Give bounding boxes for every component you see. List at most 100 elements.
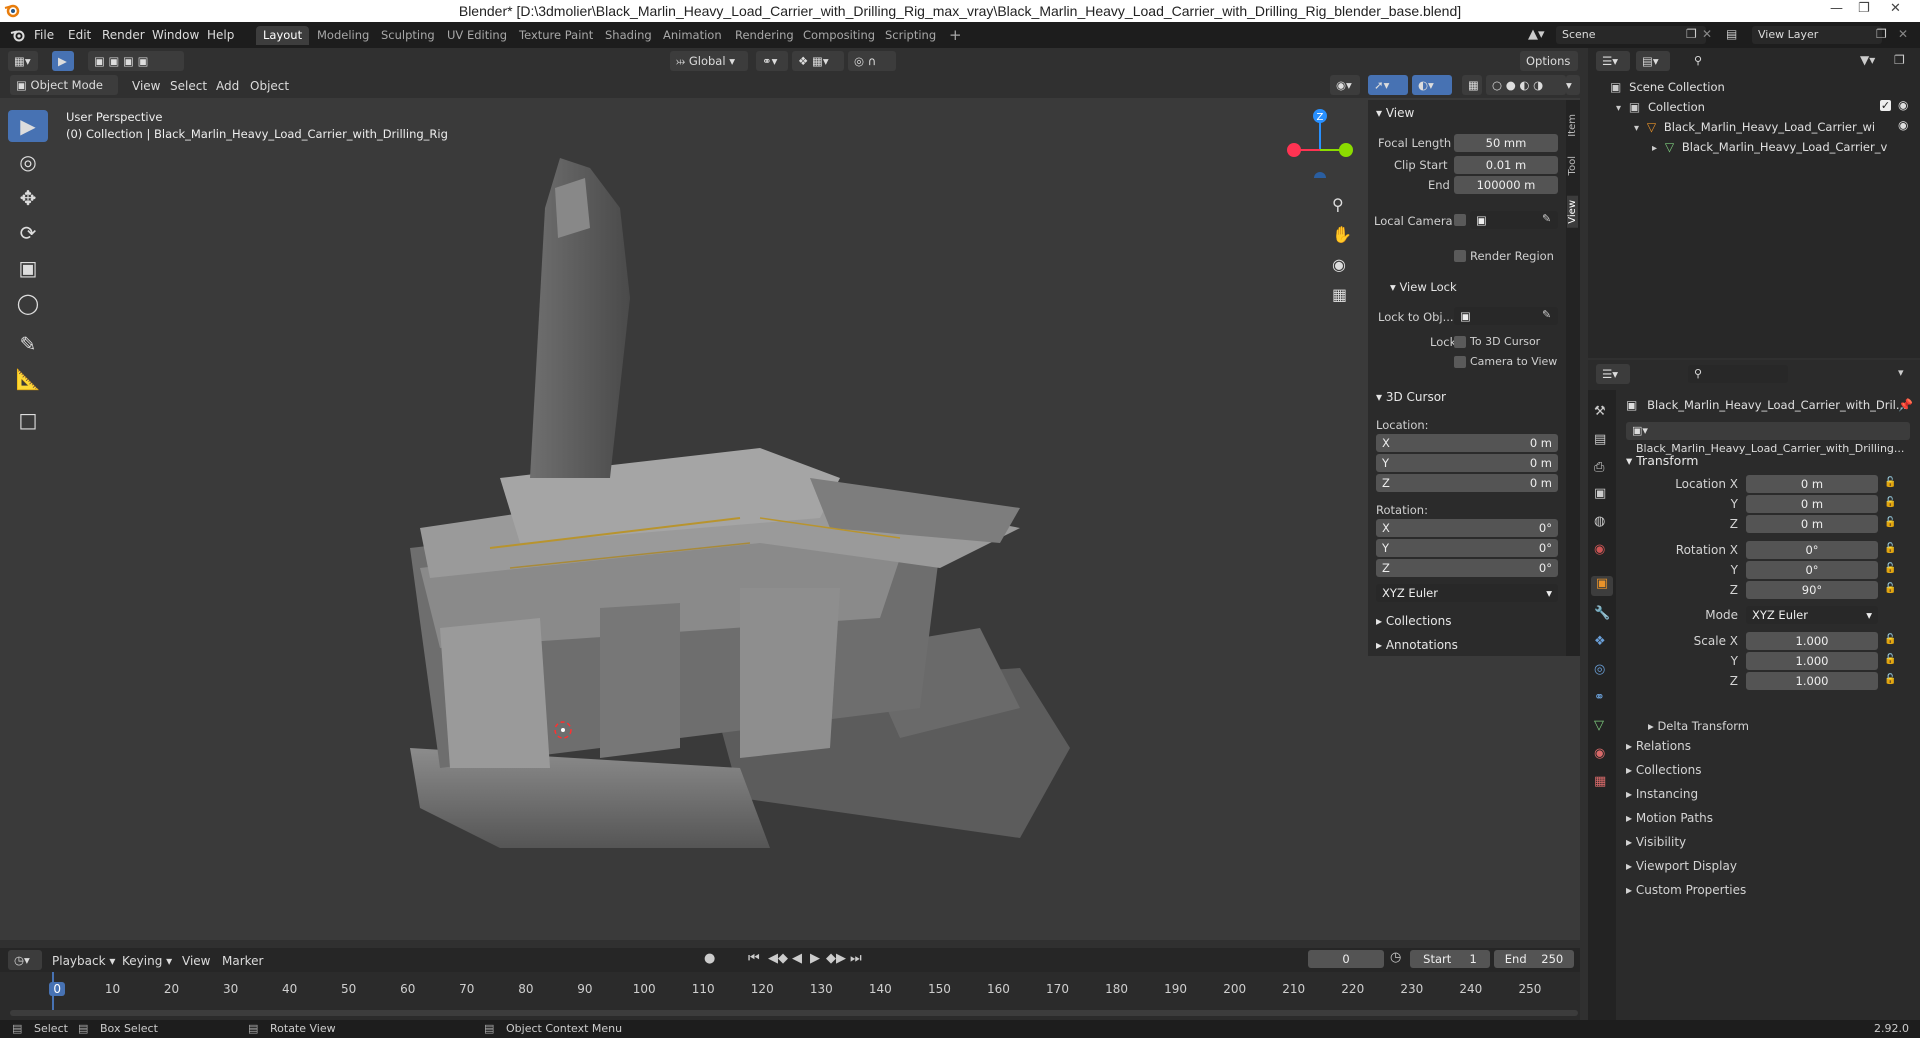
lock-location-x-icon[interactable]: 🔓	[1884, 477, 1896, 488]
lock-scale-z-icon[interactable]: 🔓	[1884, 674, 1896, 685]
location-y-field[interactable]: 0 m	[1746, 495, 1878, 513]
particles-properties-icon[interactable]: ❖	[1594, 634, 1606, 649]
rotate-tool-icon[interactable]: ⟳	[8, 217, 48, 249]
properties-editor-type-icon[interactable]: ☰▾	[1596, 364, 1630, 384]
lock-rotation-x-icon[interactable]: 🔓	[1884, 543, 1896, 554]
view-layer-selector[interactable]: View Layer	[1752, 26, 1882, 44]
display-mode-icon[interactable]: ▤▾	[1636, 51, 1670, 71]
delete-scene-icon[interactable]: ✕	[1702, 27, 1712, 41]
viewport-menu-object[interactable]: Object	[250, 79, 289, 93]
perspective-grid-icon[interactable]: ▦	[1332, 285, 1347, 304]
local-camera-checkbox[interactable]	[1454, 214, 1466, 226]
instancing-section[interactable]: ▸ Instancing	[1626, 787, 1698, 801]
viewport-menu-view[interactable]: View	[132, 79, 160, 93]
timeline-menu-playback[interactable]: Playback ▾	[52, 954, 115, 968]
cursor-tool-icon[interactable]: ◎	[8, 146, 48, 178]
output-properties-icon[interactable]: ⎙	[1594, 460, 1604, 475]
tab-scripting[interactable]: Scripting	[878, 26, 943, 45]
sidebar-tab-item[interactable]: Item	[1567, 114, 1578, 137]
outliner-row-mesh[interactable]: ▸ ▽ Black_Marlin_Heavy_Load_Carrier_v	[1652, 140, 1892, 154]
eyedropper-icon[interactable]: ✎	[1542, 212, 1551, 225]
tab-modeling[interactable]: Modeling	[310, 26, 376, 45]
restore-icon[interactable]: ❐	[1858, 1, 1870, 16]
exclude-checkbox-icon[interactable]: ✓	[1880, 100, 1891, 111]
physics-properties-icon[interactable]: ◎	[1594, 662, 1605, 677]
play-icon[interactable]: ▶	[810, 951, 820, 966]
next-keyframe-icon[interactable]: ◆▶	[826, 951, 846, 966]
preview-range-clock-icon[interactable]: ◷	[1390, 950, 1401, 965]
3d-viewport[interactable]: User Perspective (0) Collection | Black_…	[0, 98, 1580, 940]
visibility-section[interactable]: ▸ Visibility	[1626, 835, 1686, 849]
current-frame-field[interactable]: 0	[1308, 950, 1384, 968]
sidebar-tab-view[interactable]: View	[1567, 196, 1578, 228]
transform-section-header[interactable]: ▾ Transform	[1626, 453, 1698, 468]
gizmo-toggle-icon[interactable]: ➚▾	[1368, 75, 1408, 95]
options-button[interactable]: Options ▾	[1520, 51, 1578, 88]
outliner-editor-type-icon[interactable]: ☰▾	[1596, 51, 1630, 71]
transform-orientation[interactable]: ⤔ Global ▾	[670, 51, 748, 71]
object-properties-icon[interactable]: ▣	[1591, 576, 1613, 596]
render-region-checkbox[interactable]	[1454, 250, 1466, 262]
view-layer-properties-icon[interactable]: ▣	[1594, 486, 1606, 501]
annotate-tool-icon[interactable]: ✎	[8, 328, 48, 360]
rotation-z-field[interactable]: 90°	[1746, 581, 1878, 599]
render-properties-icon[interactable]: ▤	[1594, 432, 1606, 447]
move-tool-icon[interactable]: ✥	[8, 182, 48, 214]
modifier-properties-icon[interactable]: 🔧	[1594, 606, 1610, 621]
blender-menu-icon[interactable]	[10, 27, 26, 43]
play-reverse-icon[interactable]: ◀	[792, 951, 802, 966]
outliner-row-scene-collection[interactable]: ▣ Scene Collection	[1610, 80, 1725, 94]
tool-properties-icon[interactable]: ⚒	[1594, 404, 1606, 419]
scale-tool-icon[interactable]: ▣	[8, 252, 48, 284]
frame-end-field[interactable]: End 250	[1494, 950, 1574, 968]
lock-location-z-icon[interactable]: 🔓	[1884, 517, 1896, 528]
filter-icon[interactable]: ▼▾	[1860, 53, 1875, 67]
rotation-x-field[interactable]: 0°	[1746, 541, 1878, 559]
sidebar-tab-tool[interactable]: Tool	[1567, 156, 1578, 175]
cursor-rotation-y[interactable]: Y 0°	[1376, 539, 1558, 557]
custom-properties-section[interactable]: ▸ Custom Properties	[1626, 883, 1746, 897]
pivot-point-icon[interactable]: ⚭▾	[756, 51, 788, 71]
properties-search-input[interactable]: ⚲	[1688, 365, 1788, 383]
menu-edit[interactable]: Edit	[68, 28, 91, 42]
tab-uv-editing[interactable]: UV Editing	[440, 26, 514, 45]
jump-end-icon[interactable]: ⏭	[850, 951, 862, 966]
visibility-icon[interactable]: ◉▾	[1330, 75, 1360, 95]
new-collection-icon[interactable]: ❐	[1894, 53, 1905, 67]
overlay-toggle-icon[interactable]: ◐▾	[1412, 75, 1452, 95]
xray-icon[interactable]: ▦	[1462, 75, 1482, 95]
jump-start-icon[interactable]: ⏮	[748, 951, 760, 966]
view-layer-icon[interactable]: ▤	[1726, 27, 1737, 41]
mode-selector[interactable]: ▣ Object Mode ▾	[10, 75, 118, 112]
menu-render[interactable]: Render	[102, 28, 145, 42]
collections-section[interactable]: ▸ Collections	[1626, 763, 1701, 777]
pan-hand-icon[interactable]: ✋	[1332, 225, 1352, 244]
timeline-menu-view[interactable]: View	[182, 954, 210, 968]
viewport-menu-add[interactable]: Add	[216, 79, 239, 93]
select-box-tool-icon[interactable]: ▶	[8, 110, 48, 142]
properties-options-icon[interactable]: ▾	[1898, 366, 1904, 379]
delta-transform-header[interactable]: ▸ Delta Transform	[1648, 719, 1749, 733]
view-section-header[interactable]: ▾ View	[1376, 106, 1414, 120]
camera-view-icon[interactable]: ◉	[1332, 255, 1346, 274]
material-properties-icon[interactable]: ◉	[1594, 746, 1605, 761]
cursor-location-z[interactable]: Z0 m	[1376, 474, 1558, 492]
tab-layout[interactable]: Layout	[256, 26, 310, 45]
world-properties-icon[interactable]: ◉	[1594, 542, 1605, 557]
record-icon[interactable]: ●	[704, 951, 715, 966]
tab-rendering[interactable]: Rendering	[728, 26, 801, 45]
scene-selector[interactable]: Scene	[1556, 26, 1706, 44]
viewport-display-section[interactable]: ▸ Viewport Display	[1626, 859, 1737, 873]
clip-end-field[interactable]: 100000 m	[1454, 176, 1558, 194]
location-z-field[interactable]: 0 m	[1746, 515, 1878, 533]
transform-tool-icon[interactable]: ◯	[8, 287, 48, 319]
scale-x-field[interactable]: 1.000	[1746, 632, 1878, 650]
tab-texture-paint[interactable]: Texture Paint	[512, 26, 600, 45]
close-icon[interactable]: ✕	[1890, 1, 1901, 16]
scene-type-icon[interactable]: ▲▾	[1528, 27, 1545, 42]
snap-icon[interactable]: ❖ ▦▾	[792, 51, 844, 71]
add-cube-tool-icon[interactable]: □	[8, 404, 48, 436]
timeline-menu-keying[interactable]: Keying ▾	[122, 954, 172, 968]
cursor-rotation-z[interactable]: Z 0°	[1376, 559, 1558, 577]
shading-mode-buttons[interactable]: ○ ● ◐ ◑	[1486, 75, 1566, 95]
